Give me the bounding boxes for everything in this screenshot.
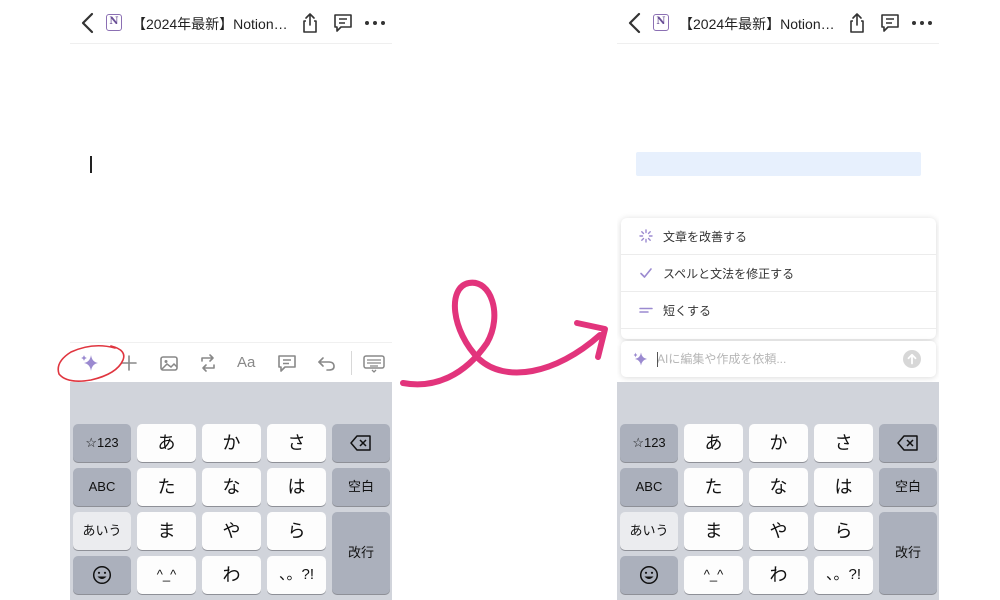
key-a[interactable]: あ xyxy=(137,424,196,462)
key-a[interactable]: あ xyxy=(684,424,743,462)
page-header: N 【2024年最新】NotionAI... xyxy=(70,0,392,44)
page-header: N 【2024年最新】NotionAI... xyxy=(617,0,939,44)
key-sa[interactable]: さ xyxy=(267,424,326,462)
japanese-kana-keyboard: ☆123 あ か さ ABC た な は 空白 あいう ま や ら 改行 ^_^… xyxy=(70,382,392,600)
checkmark-icon xyxy=(640,268,652,278)
key-numbers-mode[interactable]: ☆123 xyxy=(73,424,131,462)
key-kaomoji[interactable]: ^_^ xyxy=(137,556,196,594)
share-icon[interactable] xyxy=(848,12,866,34)
japanese-kana-keyboard: ☆123 あ か さ ABC た な は 空白 あいう ま や ら 改行 ^_^… xyxy=(617,382,939,600)
pink-loop-arrow xyxy=(400,279,608,388)
key-kaomoji[interactable]: ^_^ xyxy=(684,556,743,594)
phone-screen-before: N 【2024年最新】NotionAI... Aa ☆123 あ か さ ABC… xyxy=(70,0,392,600)
toolbar-divider xyxy=(351,351,352,375)
key-return[interactable]: 改行 xyxy=(332,512,390,594)
notion-logo-icon: N xyxy=(653,14,669,31)
key-punctuation[interactable]: 、。?! xyxy=(267,556,326,594)
page-title[interactable]: 【2024年最新】NotionAI... xyxy=(132,14,292,34)
improve-writing-icon xyxy=(639,229,653,243)
undo-icon[interactable] xyxy=(316,353,338,373)
delete-backspace-icon xyxy=(350,435,371,451)
key-ya[interactable]: や xyxy=(202,512,261,550)
key-ma[interactable]: ま xyxy=(137,512,196,550)
key-ra[interactable]: ら xyxy=(814,512,873,550)
key-ka[interactable]: か xyxy=(749,424,808,462)
key-delete[interactable] xyxy=(332,424,390,462)
more-options-icon[interactable] xyxy=(364,13,386,33)
image-icon[interactable] xyxy=(158,353,180,373)
key-abc-mode[interactable]: ABC xyxy=(620,468,678,506)
key-ka[interactable]: か xyxy=(202,424,261,462)
key-space[interactable]: 空白 xyxy=(332,468,390,506)
comment-icon[interactable] xyxy=(333,13,353,33)
comment-icon[interactable] xyxy=(276,353,298,373)
back-chevron-icon[interactable] xyxy=(625,10,645,36)
key-wa[interactable]: わ xyxy=(749,556,808,594)
key-emoji[interactable] xyxy=(73,556,131,594)
comment-icon[interactable] xyxy=(880,13,900,33)
more-options-icon[interactable] xyxy=(911,13,933,33)
turn-into-icon[interactable] xyxy=(197,353,219,373)
key-delete[interactable] xyxy=(879,424,937,462)
key-na[interactable]: な xyxy=(749,468,808,506)
selected-text-highlight xyxy=(636,152,921,176)
emoji-face-icon xyxy=(92,565,112,585)
key-ha[interactable]: は xyxy=(267,468,326,506)
make-shorter-icon xyxy=(639,307,653,313)
key-space[interactable]: 空白 xyxy=(879,468,937,506)
keyboard-dismiss-icon[interactable] xyxy=(362,353,386,373)
text-style-button[interactable]: Aa xyxy=(237,354,255,371)
key-wa[interactable]: わ xyxy=(202,556,261,594)
key-kana-mode[interactable]: あいう xyxy=(73,512,131,550)
key-ha[interactable]: は xyxy=(814,468,873,506)
notion-logo-icon: N xyxy=(106,14,122,31)
ai-menu-item-make-shorter[interactable]: 短くする xyxy=(621,292,936,329)
send-arrow-icon[interactable] xyxy=(903,350,921,368)
ai-menu-item-improve-writing[interactable]: 文章を改善する xyxy=(621,218,936,255)
key-na[interactable]: な xyxy=(202,468,261,506)
phone-screen-after: N 【2024年最新】NotionAI... 文章を改善する スペルと文法を修正… xyxy=(617,0,939,600)
key-emoji[interactable] xyxy=(620,556,678,594)
delete-backspace-icon xyxy=(897,435,918,451)
ai-prompt-input[interactable] xyxy=(657,346,897,372)
red-highlight-circle xyxy=(57,344,125,382)
key-kana-mode[interactable]: あいう xyxy=(620,512,678,550)
ai-prompt-bar xyxy=(621,341,936,377)
ai-menu-item-label: スペルと文法を修正する xyxy=(663,267,795,281)
key-ta[interactable]: た xyxy=(684,468,743,506)
key-ra[interactable]: ら xyxy=(267,512,326,550)
ai-menu-item-label: 文章を改善する xyxy=(663,230,748,244)
back-chevron-icon[interactable] xyxy=(78,10,98,36)
key-return[interactable]: 改行 xyxy=(879,512,937,594)
key-abc-mode[interactable]: ABC xyxy=(73,468,131,506)
page-title[interactable]: 【2024年最新】NotionAI... xyxy=(679,14,839,34)
ai-menu-item-label: 短くする xyxy=(663,304,712,318)
text-cursor xyxy=(657,352,658,367)
key-numbers-mode[interactable]: ☆123 xyxy=(620,424,678,462)
share-icon[interactable] xyxy=(301,12,319,34)
ai-suggestion-menu: 文章を改善する スペルと文法を修正する 短くする xyxy=(621,218,936,339)
key-punctuation[interactable]: 、。?! xyxy=(814,556,873,594)
text-cursor xyxy=(90,156,92,173)
key-ya[interactable]: や xyxy=(749,512,808,550)
ai-menu-item-fix-spelling[interactable]: スペルと文法を修正する xyxy=(621,255,936,292)
key-ta[interactable]: た xyxy=(137,468,196,506)
key-ma[interactable]: ま xyxy=(684,512,743,550)
emoji-face-icon xyxy=(639,565,659,585)
ai-sparkle-icon xyxy=(633,352,647,366)
key-sa[interactable]: さ xyxy=(814,424,873,462)
